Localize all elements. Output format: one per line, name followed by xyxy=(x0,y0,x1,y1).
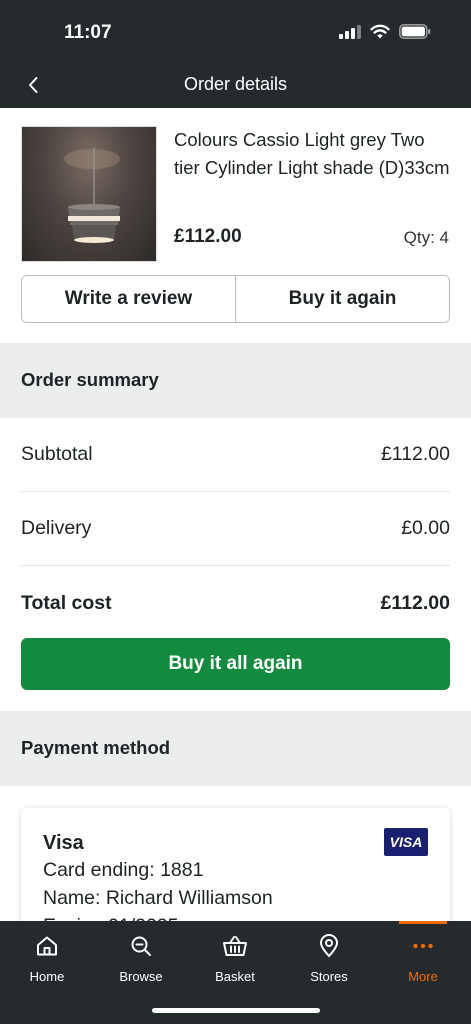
tab-home-label: Home xyxy=(29,969,65,984)
tab-more-label: More xyxy=(408,969,438,984)
home-icon xyxy=(34,933,60,959)
status-icons xyxy=(339,24,431,39)
status-bar: 11:07 xyxy=(0,0,471,62)
location-pin-icon xyxy=(316,933,342,959)
card-ending: Card ending: 1881 xyxy=(43,859,204,881)
cardholder-name: Name: Richard Williamson xyxy=(43,887,273,909)
basket-icon xyxy=(222,933,248,959)
delivery-label: Delivery xyxy=(21,517,92,539)
product-name: Colours Cassio Light grey Two tier Cylin… xyxy=(174,129,450,178)
tab-basket[interactable]: Basket xyxy=(188,933,282,993)
visa-logo: VISA xyxy=(384,828,428,856)
tab-more[interactable]: More xyxy=(376,933,470,993)
payment-method-header: Payment method xyxy=(0,711,471,786)
buy-all-again-button[interactable]: Buy it all again xyxy=(21,638,450,690)
product-price: £112.00 xyxy=(174,226,242,247)
buy-again-button[interactable]: Buy it again xyxy=(235,276,449,322)
subtotal-value: £112.00 xyxy=(380,443,450,465)
order-summary-heading: Order summary xyxy=(21,369,159,390)
product-quantity: Qty: 4 xyxy=(403,228,449,247)
search-icon xyxy=(128,933,154,959)
delivery-row: Delivery £0.00 xyxy=(21,492,450,566)
card-brand: Visa xyxy=(43,832,84,854)
home-indicator xyxy=(152,1008,320,1013)
order-item[interactable]: Colours Cassio Light grey Two tier Cylin… xyxy=(21,126,451,264)
write-review-button[interactable]: Write a review xyxy=(22,276,235,322)
more-dots-icon xyxy=(410,933,436,959)
battery-icon xyxy=(399,24,431,39)
tab-basket-label: Basket xyxy=(215,969,255,984)
tab-stores-label: Stores xyxy=(310,969,348,984)
total-value: £112.00 xyxy=(380,591,450,614)
item-actions: Write a review Buy it again xyxy=(21,275,450,323)
product-image xyxy=(21,126,157,262)
tab-browse[interactable]: Browse xyxy=(94,933,188,993)
subtotal-row: Subtotal £112.00 xyxy=(21,418,450,492)
tab-stores[interactable]: Stores xyxy=(282,933,376,993)
delivery-value: £0.00 xyxy=(401,517,450,539)
tab-home[interactable]: Home xyxy=(0,933,94,993)
tab-browse-label: Browse xyxy=(119,969,163,984)
wifi-icon xyxy=(370,24,390,39)
subtotal-label: Subtotal xyxy=(21,443,93,465)
order-summary-header: Order summary xyxy=(0,343,471,418)
payment-method-heading: Payment method xyxy=(21,737,171,758)
status-time: 11:07 xyxy=(64,22,112,43)
cellular-signal-icon xyxy=(339,24,361,39)
active-tab-indicator xyxy=(399,921,447,924)
nav-bar: Order details xyxy=(0,62,471,108)
page-title: Order details xyxy=(183,74,288,94)
total-label: Total cost xyxy=(21,591,112,614)
total-row: Total cost £112.00 xyxy=(21,566,450,640)
